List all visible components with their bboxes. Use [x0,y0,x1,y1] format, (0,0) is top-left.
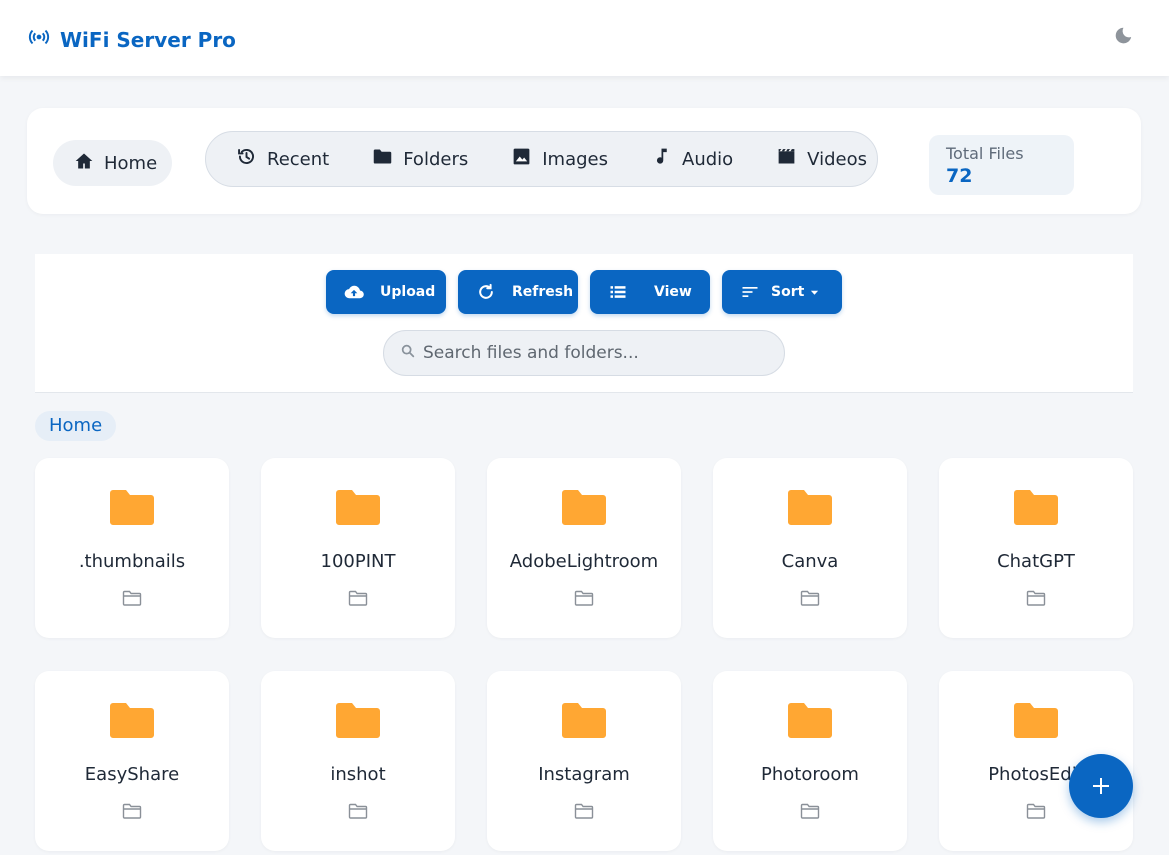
folder-icon [562,703,606,738]
category-audio[interactable]: Audio [651,146,733,172]
category-label: Videos [807,148,867,170]
folder-icon [336,490,380,525]
folder-icon [562,490,606,525]
folder-name: Instagram [538,764,630,785]
home-label: Home [104,152,158,174]
folder-icon [372,146,393,172]
moon-icon [1112,27,1134,51]
folder-icon [1014,490,1058,525]
home-button[interactable]: Home [53,140,172,186]
folder-card[interactable]: Photoroom [713,671,907,851]
folder-card[interactable]: EasyShare [35,671,229,851]
search-icon [400,343,423,364]
view-button[interactable]: View [590,270,710,314]
app-header: WiFi Server Pro [0,0,1169,76]
brand[interactable]: WiFi Server Pro [28,26,236,53]
folder-icon [1014,703,1058,738]
sort-button[interactable]: Sort [722,270,842,314]
folder-card[interactable]: Instagram [487,671,681,851]
image-icon [511,146,532,172]
category-folders[interactable]: Folders [372,146,468,172]
folder-icon [336,703,380,738]
theme-toggle-button[interactable] [1112,25,1134,47]
app-title: WiFi Server Pro [60,27,236,52]
folder-card[interactable]: ChatGPT [939,458,1133,638]
folder-name: 100PINT [320,551,396,572]
category-label: Folders [403,148,469,170]
refresh-button[interactable]: Refresh [458,270,578,314]
folder-name: AdobeLightroom [509,551,659,572]
folder-icon [110,490,154,525]
folder-outline-icon [348,803,368,819]
folder-outline-icon [348,590,368,606]
total-files-stat: Total Files 72 [929,135,1074,195]
history-icon [236,146,257,172]
folder-outline-icon [1026,590,1046,606]
folder-icon [788,490,832,525]
total-files-label: Total Files [946,144,1024,163]
folder-outline-icon [800,590,820,606]
folder-card[interactable]: 100PINT [261,458,455,638]
folder-outline-icon [574,590,594,606]
film-icon [776,146,797,172]
category-recent[interactable]: Recent [236,146,329,172]
folder-outline-icon [574,803,594,819]
nav-card: Home Recent Folders Images Audio Videos … [27,108,1141,214]
folder-icon [110,703,154,738]
folder-outline-icon [1026,803,1046,819]
category-label: Recent [267,148,330,170]
search-input[interactable] [423,343,763,363]
folder-outline-icon [800,803,820,819]
home-icon [74,151,94,176]
add-fab-button[interactable] [1069,754,1133,818]
category-videos[interactable]: Videos [776,146,867,172]
folder-name: Canva [781,551,839,572]
search-box[interactable] [383,330,785,376]
toolbar-panel: Upload Refresh View Sort [35,254,1133,393]
folder-icon [788,703,832,738]
wifi-broadcast-icon [28,26,50,53]
folder-name: Photoroom [761,764,859,785]
refresh-label: Refresh [512,284,574,300]
music-note-icon [651,146,672,172]
folder-name: ChatGPT [997,551,1075,572]
folder-card[interactable]: .thumbnails [35,458,229,638]
folder-outline-icon [122,590,142,606]
view-label: View [654,284,692,300]
total-files-value: 72 [946,165,973,187]
folder-name: EasyShare [84,764,180,785]
upload-button[interactable]: Upload [326,270,446,314]
breadcrumb-home[interactable]: Home [35,411,117,441]
category-label: Images [542,148,608,170]
upload-label: Upload [380,284,436,300]
category-bar: Recent Folders Images Audio Videos [205,131,878,187]
folder-card[interactable]: Canva [713,458,907,638]
folder-outline-icon [122,803,142,819]
folder-name: .thumbnails [78,551,186,572]
sort-label: Sort [771,284,805,300]
folder-card[interactable]: inshot [261,671,455,851]
category-label: Audio [682,148,734,170]
category-images[interactable]: Images [511,146,608,172]
folder-card[interactable]: AdobeLightroom [487,458,681,638]
folder-name: inshot [330,764,386,785]
